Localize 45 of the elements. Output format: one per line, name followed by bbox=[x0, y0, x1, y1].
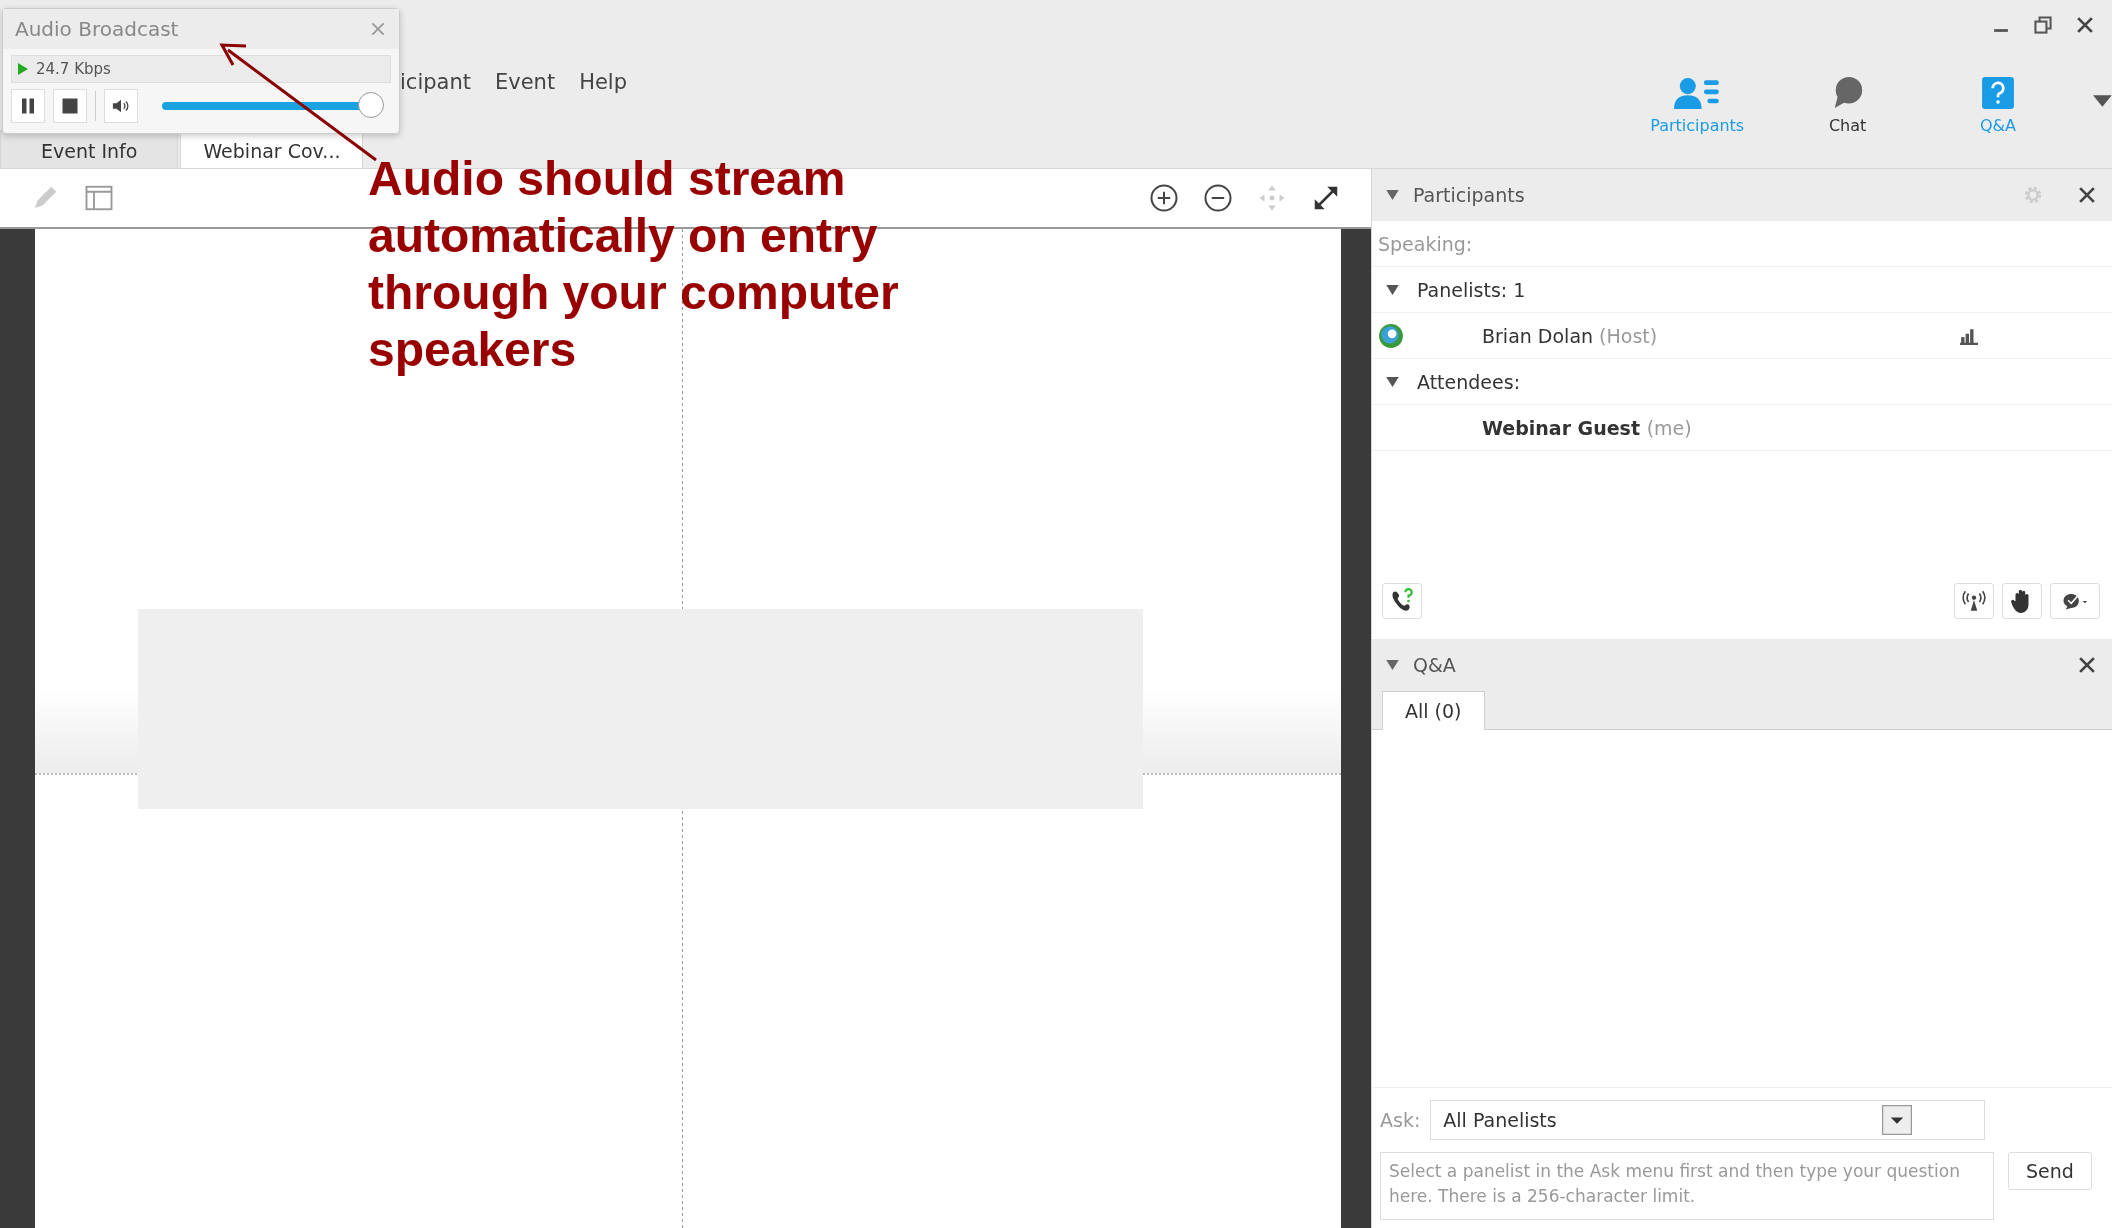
annotation-text: Audio should stream automatically on entry through your computer speakers bbox=[368, 151, 899, 378]
collapse-icon[interactable] bbox=[1386, 660, 1399, 670]
antenna-icon bbox=[1961, 588, 1987, 614]
zoom-in-icon[interactable] bbox=[1149, 183, 1179, 213]
collapse-icon[interactable] bbox=[1386, 376, 1399, 387]
pause-button[interactable] bbox=[11, 89, 45, 123]
bitrate-bar: 24.7 Kbps bbox=[11, 55, 391, 83]
pause-icon bbox=[19, 97, 37, 115]
menu-item[interactable]: Help bbox=[579, 70, 628, 94]
panel-title: Q&A bbox=[1413, 654, 1456, 676]
menu-item[interactable]: Event bbox=[494, 70, 556, 94]
raise-hand-button[interactable] bbox=[2002, 583, 2042, 619]
speaking-label: Speaking: bbox=[1378, 232, 1473, 255]
participant-name: Webinar Guest (me) bbox=[1482, 416, 1692, 439]
recipient-dropdown[interactable]: All Panelists bbox=[1430, 1100, 1986, 1140]
volume-button[interactable] bbox=[104, 89, 138, 123]
stop-button[interactable] bbox=[53, 89, 87, 123]
send-button[interactable]: Send bbox=[2008, 1152, 2092, 1190]
document-tab[interactable]: Event Info bbox=[0, 130, 179, 168]
caret-icon[interactable] bbox=[1882, 1105, 1913, 1135]
group-label: Attendees: bbox=[1417, 370, 1521, 393]
stop-icon bbox=[61, 97, 79, 115]
question-field[interactable]: Select a panelist in the Ask menu first and then type your question here. There is a 256-character limit. bbox=[1380, 1152, 1994, 1220]
participant-name: Brian Dolan (Host) bbox=[1482, 324, 1658, 347]
panel-tab[interactable]: Chat bbox=[1772, 76, 1923, 135]
feedback-button[interactable] bbox=[2050, 583, 2100, 619]
people-list-icon bbox=[1674, 76, 1721, 110]
dropdown-caret-icon[interactable] bbox=[2093, 95, 2112, 107]
phone-help-button[interactable] bbox=[1382, 583, 1422, 619]
panel-title: Participants bbox=[1413, 184, 1525, 206]
ask-label: Ask: bbox=[1380, 1109, 1421, 1131]
restore-icon[interactable] bbox=[2032, 14, 2054, 36]
speaker-icon bbox=[112, 97, 130, 115]
signal-bars-icon bbox=[1960, 326, 1978, 345]
group-label: Panelists: 1 bbox=[1417, 278, 1526, 301]
broadcast-button[interactable] bbox=[1954, 583, 1994, 619]
status-globe-icon bbox=[1378, 322, 1404, 349]
collapse-icon[interactable] bbox=[1386, 190, 1399, 200]
popup-title: Audio Broadcast bbox=[15, 17, 180, 41]
filter-tab[interactable]: All (0) bbox=[1382, 691, 1485, 730]
layout-icon[interactable] bbox=[84, 183, 114, 213]
volume-slider[interactable] bbox=[162, 92, 382, 120]
collapse-icon[interactable] bbox=[1386, 284, 1399, 295]
zoom-out-icon[interactable] bbox=[1203, 183, 1233, 213]
menu-item[interactable]: icipant bbox=[400, 70, 471, 94]
